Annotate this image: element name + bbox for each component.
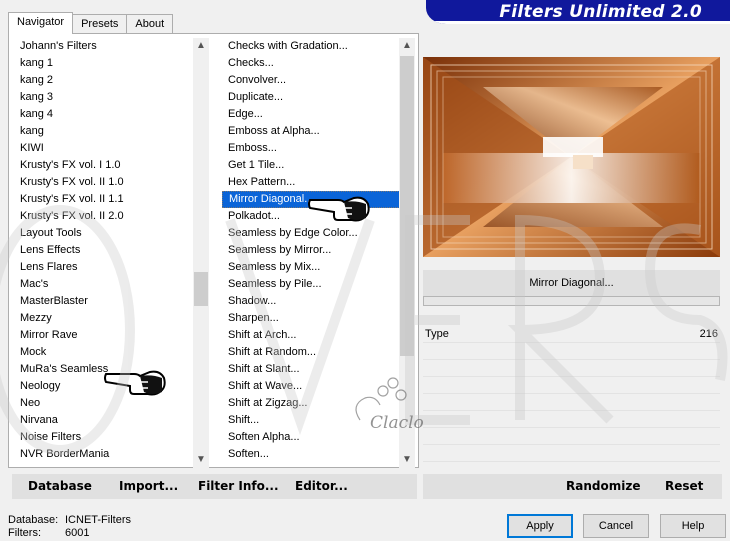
filter-item[interactable]: Emboss... bbox=[222, 140, 400, 157]
progress-bar bbox=[423, 296, 720, 306]
scroll-up-icon[interactable]: ▲ bbox=[399, 38, 415, 54]
app-title-banner: Filters Unlimited 2.0 bbox=[426, 0, 730, 24]
parameter-value: 216 bbox=[699, 328, 718, 340]
category-item[interactable]: Krusty's FX vol. I 1.0 bbox=[14, 157, 194, 174]
banner-stripe bbox=[426, 21, 730, 24]
tab-navigator[interactable]: Navigator bbox=[8, 12, 74, 34]
category-item[interactable]: Krusty's FX vol. II 1.0 bbox=[14, 174, 194, 191]
database-value: ICNET-Filters bbox=[65, 514, 131, 526]
pointing-hand-icon bbox=[308, 196, 370, 222]
category-item[interactable]: Krusty's FX vol. II 1.1 bbox=[14, 191, 194, 208]
parameter-row-empty bbox=[423, 411, 720, 428]
category-item[interactable]: Nirvana bbox=[14, 412, 194, 429]
filter-item[interactable]: Sharpen... bbox=[222, 310, 400, 327]
category-item[interactable]: Noise Filters bbox=[14, 429, 194, 446]
parameter-row-empty bbox=[423, 343, 720, 360]
filter-scrollbar[interactable]: ▲ ▼ bbox=[399, 38, 415, 468]
category-item[interactable]: KIWI bbox=[14, 140, 194, 157]
filter-item[interactable]: Shift at Arch... bbox=[222, 327, 400, 344]
filter-item[interactable]: Hex Pattern... bbox=[222, 174, 400, 191]
import-button[interactable]: Import... bbox=[119, 479, 178, 493]
scroll-thumb[interactable] bbox=[400, 56, 414, 356]
parameter-row-empty bbox=[423, 360, 720, 377]
filter-item[interactable]: Shift at Wave... bbox=[222, 378, 400, 395]
navigator-toolbar: Database Import... Filter Info... Editor… bbox=[12, 474, 417, 499]
category-item[interactable]: Lens Effects bbox=[14, 242, 194, 259]
parameter-row-empty bbox=[423, 377, 720, 394]
database-label: Database: bbox=[8, 514, 59, 526]
reset-button[interactable]: Reset bbox=[665, 479, 703, 493]
filter-item[interactable]: Shift at Random... bbox=[222, 344, 400, 361]
filter-item[interactable]: Seamless by Edge Color... bbox=[222, 225, 400, 242]
category-item[interactable]: MasterBlaster bbox=[14, 293, 194, 310]
parameter-row-empty bbox=[423, 428, 720, 445]
category-scrollbar[interactable]: ▲ ▼ bbox=[193, 38, 209, 468]
parameter-list: Type 216 bbox=[423, 326, 720, 468]
category-item[interactable]: kang bbox=[14, 123, 194, 140]
randomize-button[interactable]: Randomize bbox=[566, 479, 640, 493]
category-item[interactable]: Mac's bbox=[14, 276, 194, 293]
app-title: Filters Unlimited 2.0 bbox=[499, 2, 702, 22]
parameter-row-empty bbox=[423, 445, 720, 462]
preview-image bbox=[423, 57, 720, 257]
preset-toolbar: Randomize Reset bbox=[423, 474, 722, 499]
category-item[interactable]: Mock bbox=[14, 344, 194, 361]
category-item[interactable]: Krusty's FX vol. II 2.0 bbox=[14, 208, 194, 225]
status-info: Database: ICNET-Filters Filters: 6001 bbox=[8, 514, 131, 540]
category-item[interactable]: kang 4 bbox=[14, 106, 194, 123]
filter-list[interactable]: Checks with Gradation... Checks... Convolv… bbox=[222, 38, 400, 468]
parameter-name: Type bbox=[425, 328, 449, 340]
preview-artwork bbox=[423, 57, 720, 257]
filter-item[interactable]: Checks... bbox=[222, 55, 400, 72]
filter-info-button[interactable]: Filter Info... bbox=[198, 479, 279, 493]
tab-presets[interactable]: Presets bbox=[72, 14, 128, 34]
filter-item[interactable]: Edge... bbox=[222, 106, 400, 123]
scroll-thumb[interactable] bbox=[194, 272, 208, 306]
filter-item[interactable]: Checks with Gradation... bbox=[222, 38, 400, 55]
scroll-up-icon[interactable]: ▲ bbox=[193, 38, 209, 54]
category-item[interactable]: kang 1 bbox=[14, 55, 194, 72]
filter-item[interactable]: Soften Alpha... bbox=[222, 429, 400, 446]
filter-item[interactable]: Seamless by Mix... bbox=[222, 259, 400, 276]
database-button[interactable]: Database bbox=[28, 479, 92, 493]
filter-item[interactable]: Seamless by Pile... bbox=[222, 276, 400, 293]
category-item[interactable]: Johann's Filters bbox=[14, 38, 194, 55]
filter-item[interactable]: Get 1 Tile... bbox=[222, 157, 400, 174]
parameter-row[interactable]: Type 216 bbox=[423, 326, 720, 343]
help-button[interactable]: Help bbox=[660, 514, 726, 538]
filter-item[interactable]: Duplicate... bbox=[222, 89, 400, 106]
category-item[interactable]: Lens Flares bbox=[14, 259, 194, 276]
editor-button[interactable]: Editor... bbox=[295, 479, 348, 493]
category-item[interactable]: Mirror Rave bbox=[14, 327, 194, 344]
filter-item[interactable]: Seamless by Mirror... bbox=[222, 242, 400, 259]
filter-item[interactable]: Shift at Zigzag... bbox=[222, 395, 400, 412]
tab-strip: Navigator Presets About bbox=[8, 12, 174, 34]
parameter-row-empty bbox=[423, 394, 720, 411]
filter-item[interactable]: Soften... bbox=[222, 446, 400, 463]
filters-label: Filters: bbox=[8, 527, 41, 539]
scroll-down-icon[interactable]: ▼ bbox=[399, 452, 415, 468]
category-item[interactable]: kang 2 bbox=[14, 72, 194, 89]
filter-item[interactable]: Shift... bbox=[222, 412, 400, 429]
category-item[interactable]: Layout Tools bbox=[14, 225, 194, 242]
pointing-hand-icon bbox=[104, 370, 166, 396]
scroll-down-icon[interactable]: ▼ bbox=[193, 452, 209, 468]
filter-item[interactable]: Shadow... bbox=[222, 293, 400, 310]
filter-item[interactable]: Emboss at Alpha... bbox=[222, 123, 400, 140]
apply-button[interactable]: Apply bbox=[507, 514, 573, 538]
filter-item[interactable]: Convolver... bbox=[222, 72, 400, 89]
cancel-button[interactable]: Cancel bbox=[583, 514, 649, 538]
tab-about[interactable]: About bbox=[126, 14, 174, 34]
category-item[interactable]: NVR BorderMania bbox=[14, 446, 194, 463]
category-item[interactable]: kang 3 bbox=[14, 89, 194, 106]
category-list[interactable]: Johann's Filters kang 1 kang 2 kang 3 kang 4… bbox=[14, 38, 194, 468]
filter-item[interactable]: Shift at Slant... bbox=[222, 361, 400, 378]
category-item[interactable]: Mezzy bbox=[14, 310, 194, 327]
filter-name-label: Mirror Diagonal... bbox=[423, 270, 720, 296]
filters-count: 6001 bbox=[65, 527, 90, 539]
